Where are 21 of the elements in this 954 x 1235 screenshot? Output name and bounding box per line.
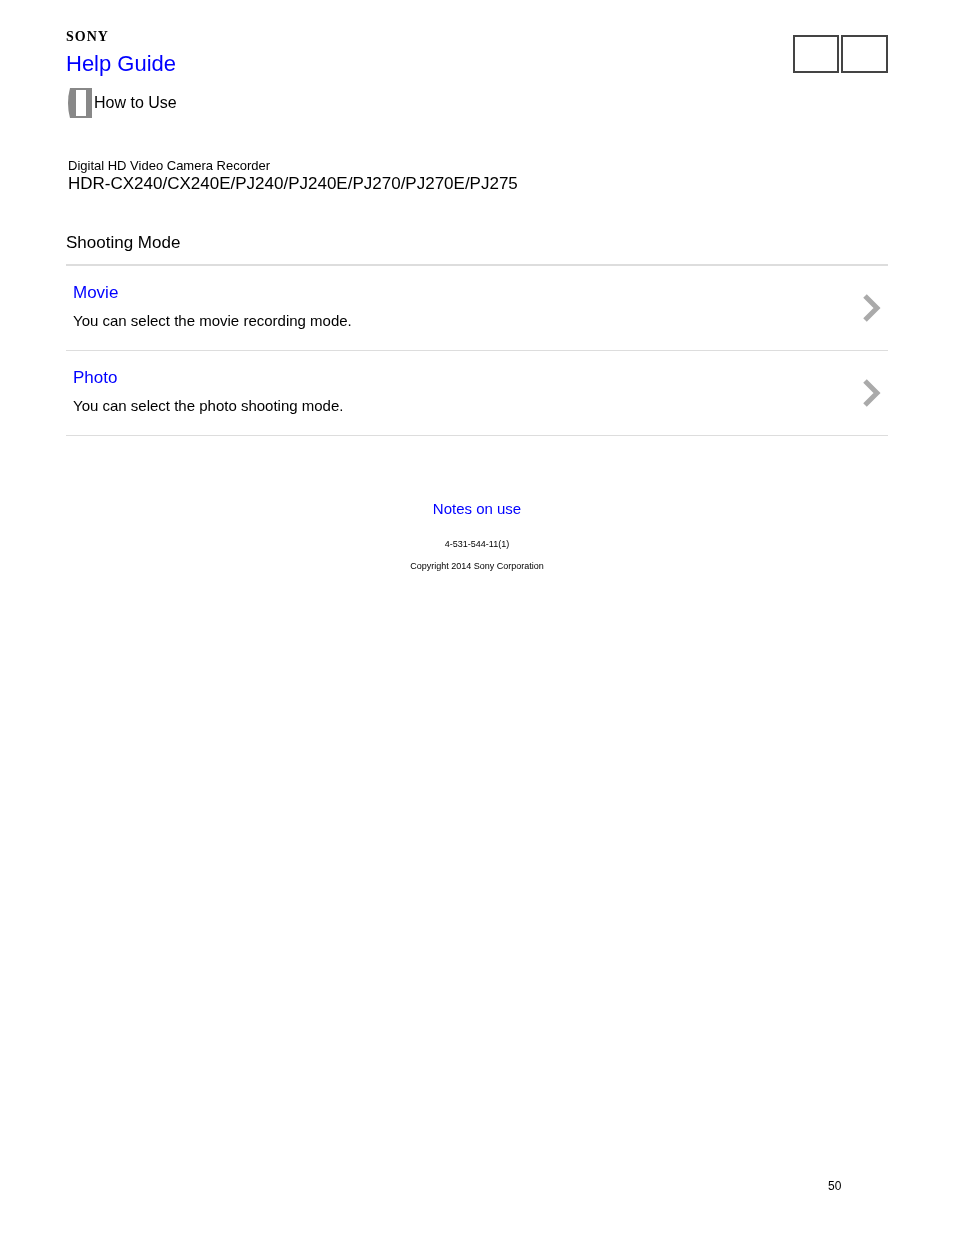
notes-link[interactable]: Notes on use [432, 497, 522, 520]
topic-link[interactable]: Movie [73, 282, 352, 305]
chevron-right-icon [861, 377, 881, 408]
nav-button[interactable] [793, 35, 839, 73]
section-link[interactable]: How to Use [94, 91, 177, 115]
topic-row[interactable]: Movie You can select the movie recording mode. [66, 265, 888, 351]
document-code: 4-531-544-11(1) [444, 538, 510, 551]
page-number: 50 [828, 1178, 842, 1195]
book-icon [66, 86, 92, 120]
model-list: HDR-CX240/CX240E/PJ240/PJ240E/PJ270/PJ270E/PJ275 [68, 174, 888, 194]
brand-logo: SONY [66, 28, 109, 46]
chevron-right-icon [861, 292, 881, 323]
guide-title[interactable]: Help Guide [66, 50, 177, 78]
topic-description: You can select the movie recording mode. [73, 311, 352, 332]
nav-button[interactable] [841, 35, 888, 73]
product-category: Digital HD Video Camera Recorder [68, 158, 272, 174]
topic-row[interactable]: Photo You can select the photo shooting mode. [66, 350, 888, 436]
copyright-text: Copyright 2014 Sony Corporation [410, 559, 544, 573]
topic-description: You can select the photo shooting mode. [73, 396, 344, 417]
page-heading: Shooting Mode [66, 232, 182, 254]
topic-link[interactable]: Photo [73, 367, 344, 390]
